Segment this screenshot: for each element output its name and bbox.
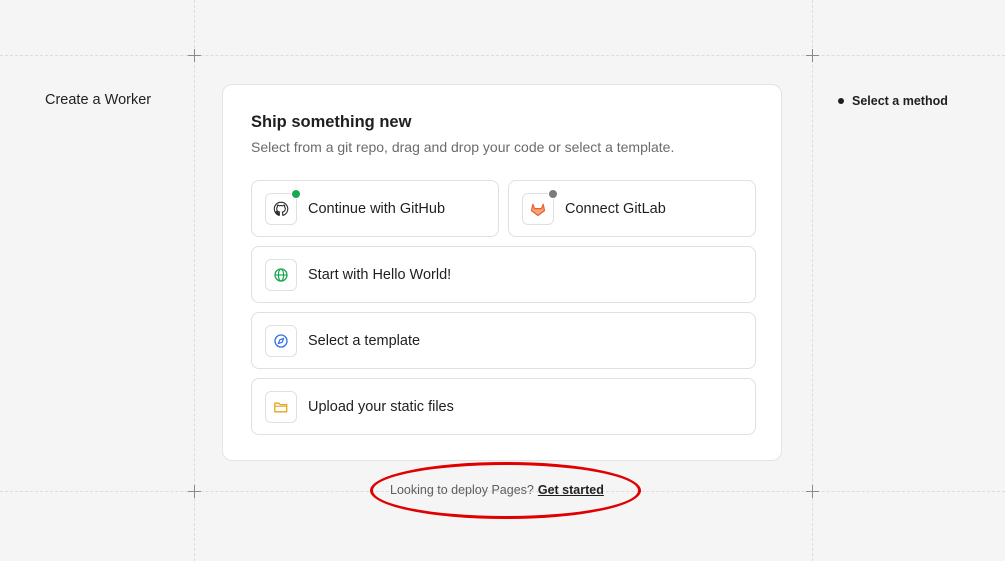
gitlab-icon: [522, 188, 558, 225]
card-title: Ship something new: [251, 113, 412, 131]
page-title: Create a Worker: [45, 92, 152, 108]
globe-icon: [265, 258, 297, 291]
step-dot-icon: [838, 98, 844, 104]
status-dot-icon: [548, 188, 558, 199]
crosshair-mark: [806, 485, 819, 498]
get-started-link[interactable]: Get started: [538, 483, 604, 497]
method-card: Ship something new Select from a git rep…: [222, 84, 782, 461]
select-template-button[interactable]: Select a template: [251, 312, 756, 369]
compass-icon: [265, 324, 297, 357]
option-label: Connect GitLab: [565, 200, 666, 217]
hello-world-button[interactable]: Start with Hello World!: [251, 246, 756, 303]
guide-line: [194, 0, 195, 561]
upload-static-files-button[interactable]: Upload your static files: [251, 378, 756, 435]
footer-text: Looking to deploy Pages?: [390, 483, 534, 497]
crosshair-mark: [188, 49, 201, 62]
deploy-pages-note: Looking to deploy Pages? Get started: [390, 483, 604, 497]
connect-gitlab-button[interactable]: Connect GitLab: [508, 180, 756, 237]
step-label: Select a method: [852, 94, 948, 108]
crosshair-mark: [806, 49, 819, 62]
option-label: Start with Hello World!: [308, 266, 452, 283]
crosshair-mark: [188, 485, 201, 498]
option-label: Upload your static files: [308, 398, 454, 415]
option-label: Continue with GitHub: [308, 200, 446, 217]
option-label: Select a template: [308, 332, 421, 349]
guide-line: [0, 55, 1005, 56]
card-subtitle: Select from a git repo, drag and drop yo…: [251, 139, 675, 155]
guide-line: [812, 0, 813, 561]
continue-github-button[interactable]: Continue with GitHub: [251, 180, 499, 237]
step-indicator: Select a method: [838, 94, 948, 108]
folder-icon: [265, 390, 297, 423]
github-icon: [265, 188, 301, 225]
status-dot-icon: [291, 188, 301, 199]
